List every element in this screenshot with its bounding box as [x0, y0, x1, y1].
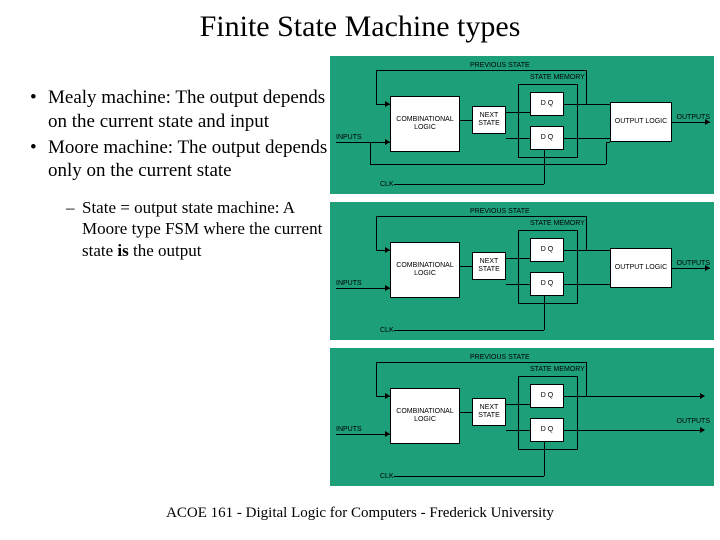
- block-output-logic: OUTPUT LOGIC: [610, 102, 672, 142]
- slide-footer: ACOE 161 - Digital Logic for Computers -…: [0, 505, 720, 522]
- block-register-2: D Q: [530, 126, 564, 150]
- label-clk: CLK: [380, 327, 394, 334]
- block-combinational-logic: COMBINATIONAL LOGIC: [390, 242, 460, 298]
- content-columns: Mealy machine: The output depends on the…: [0, 56, 720, 494]
- sub-bold: is: [117, 241, 128, 260]
- block-register-1: D Q: [530, 92, 564, 116]
- slide: Finite State Machine types Mealy machine…: [0, 0, 720, 540]
- block-output-logic: OUTPUT LOGIC: [610, 248, 672, 288]
- block-combinational-logic: COMBINATIONAL LOGIC: [390, 96, 460, 152]
- bullet-list: Mealy machine: The output depends on the…: [30, 86, 330, 261]
- text-column: Mealy machine: The output depends on the…: [0, 56, 330, 494]
- moore-diagram: PREVIOUS STATE STATE MEMORY INPUTS OUTPU…: [330, 202, 714, 340]
- mealy-diagram: PREVIOUS STATE STATE MEMORY INPUTS OUTPU…: [330, 56, 714, 194]
- label-inputs: INPUTS: [336, 426, 362, 433]
- label-clk: CLK: [380, 473, 394, 480]
- bullet-mealy: Mealy machine: The output depends on the…: [30, 86, 330, 134]
- bullet-moore-text: Moore machine: The output depends only o…: [48, 137, 327, 182]
- sub-post: the output: [129, 241, 202, 260]
- label-previous-state: PREVIOUS STATE: [470, 208, 530, 215]
- block-next-state: NEXT STATE: [472, 398, 506, 426]
- label-state-memory: STATE MEMORY: [530, 74, 585, 81]
- bullet-moore: Moore machine: The output depends only o…: [30, 136, 330, 261]
- label-state-memory: STATE MEMORY: [530, 366, 585, 373]
- sub-state-output: State = output state machine: A Moore ty…: [48, 197, 330, 261]
- block-next-state: NEXT STATE: [472, 252, 506, 280]
- label-previous-state: PREVIOUS STATE: [470, 354, 530, 361]
- state-output-diagram: PREVIOUS STATE STATE MEMORY INPUTS OUTPU…: [330, 348, 714, 486]
- label-inputs: INPUTS: [336, 280, 362, 287]
- slide-title: Finite State Machine types: [0, 0, 720, 44]
- label-inputs: INPUTS: [336, 134, 362, 141]
- block-next-state: NEXT STATE: [472, 106, 506, 134]
- block-register-1: D Q: [530, 238, 564, 262]
- block-register-2: D Q: [530, 272, 564, 296]
- label-clk: CLK: [380, 181, 394, 188]
- label-previous-state: PREVIOUS STATE: [470, 62, 530, 69]
- diagram-column: PREVIOUS STATE STATE MEMORY INPUTS OUTPU…: [330, 56, 720, 494]
- block-register-1: D Q: [530, 384, 564, 408]
- sub-list: State = output state machine: A Moore ty…: [48, 197, 330, 261]
- label-outputs: OUTPUTS: [677, 418, 710, 425]
- block-combinational-logic: COMBINATIONAL LOGIC: [390, 388, 460, 444]
- label-state-memory: STATE MEMORY: [530, 220, 585, 227]
- block-register-2: D Q: [530, 418, 564, 442]
